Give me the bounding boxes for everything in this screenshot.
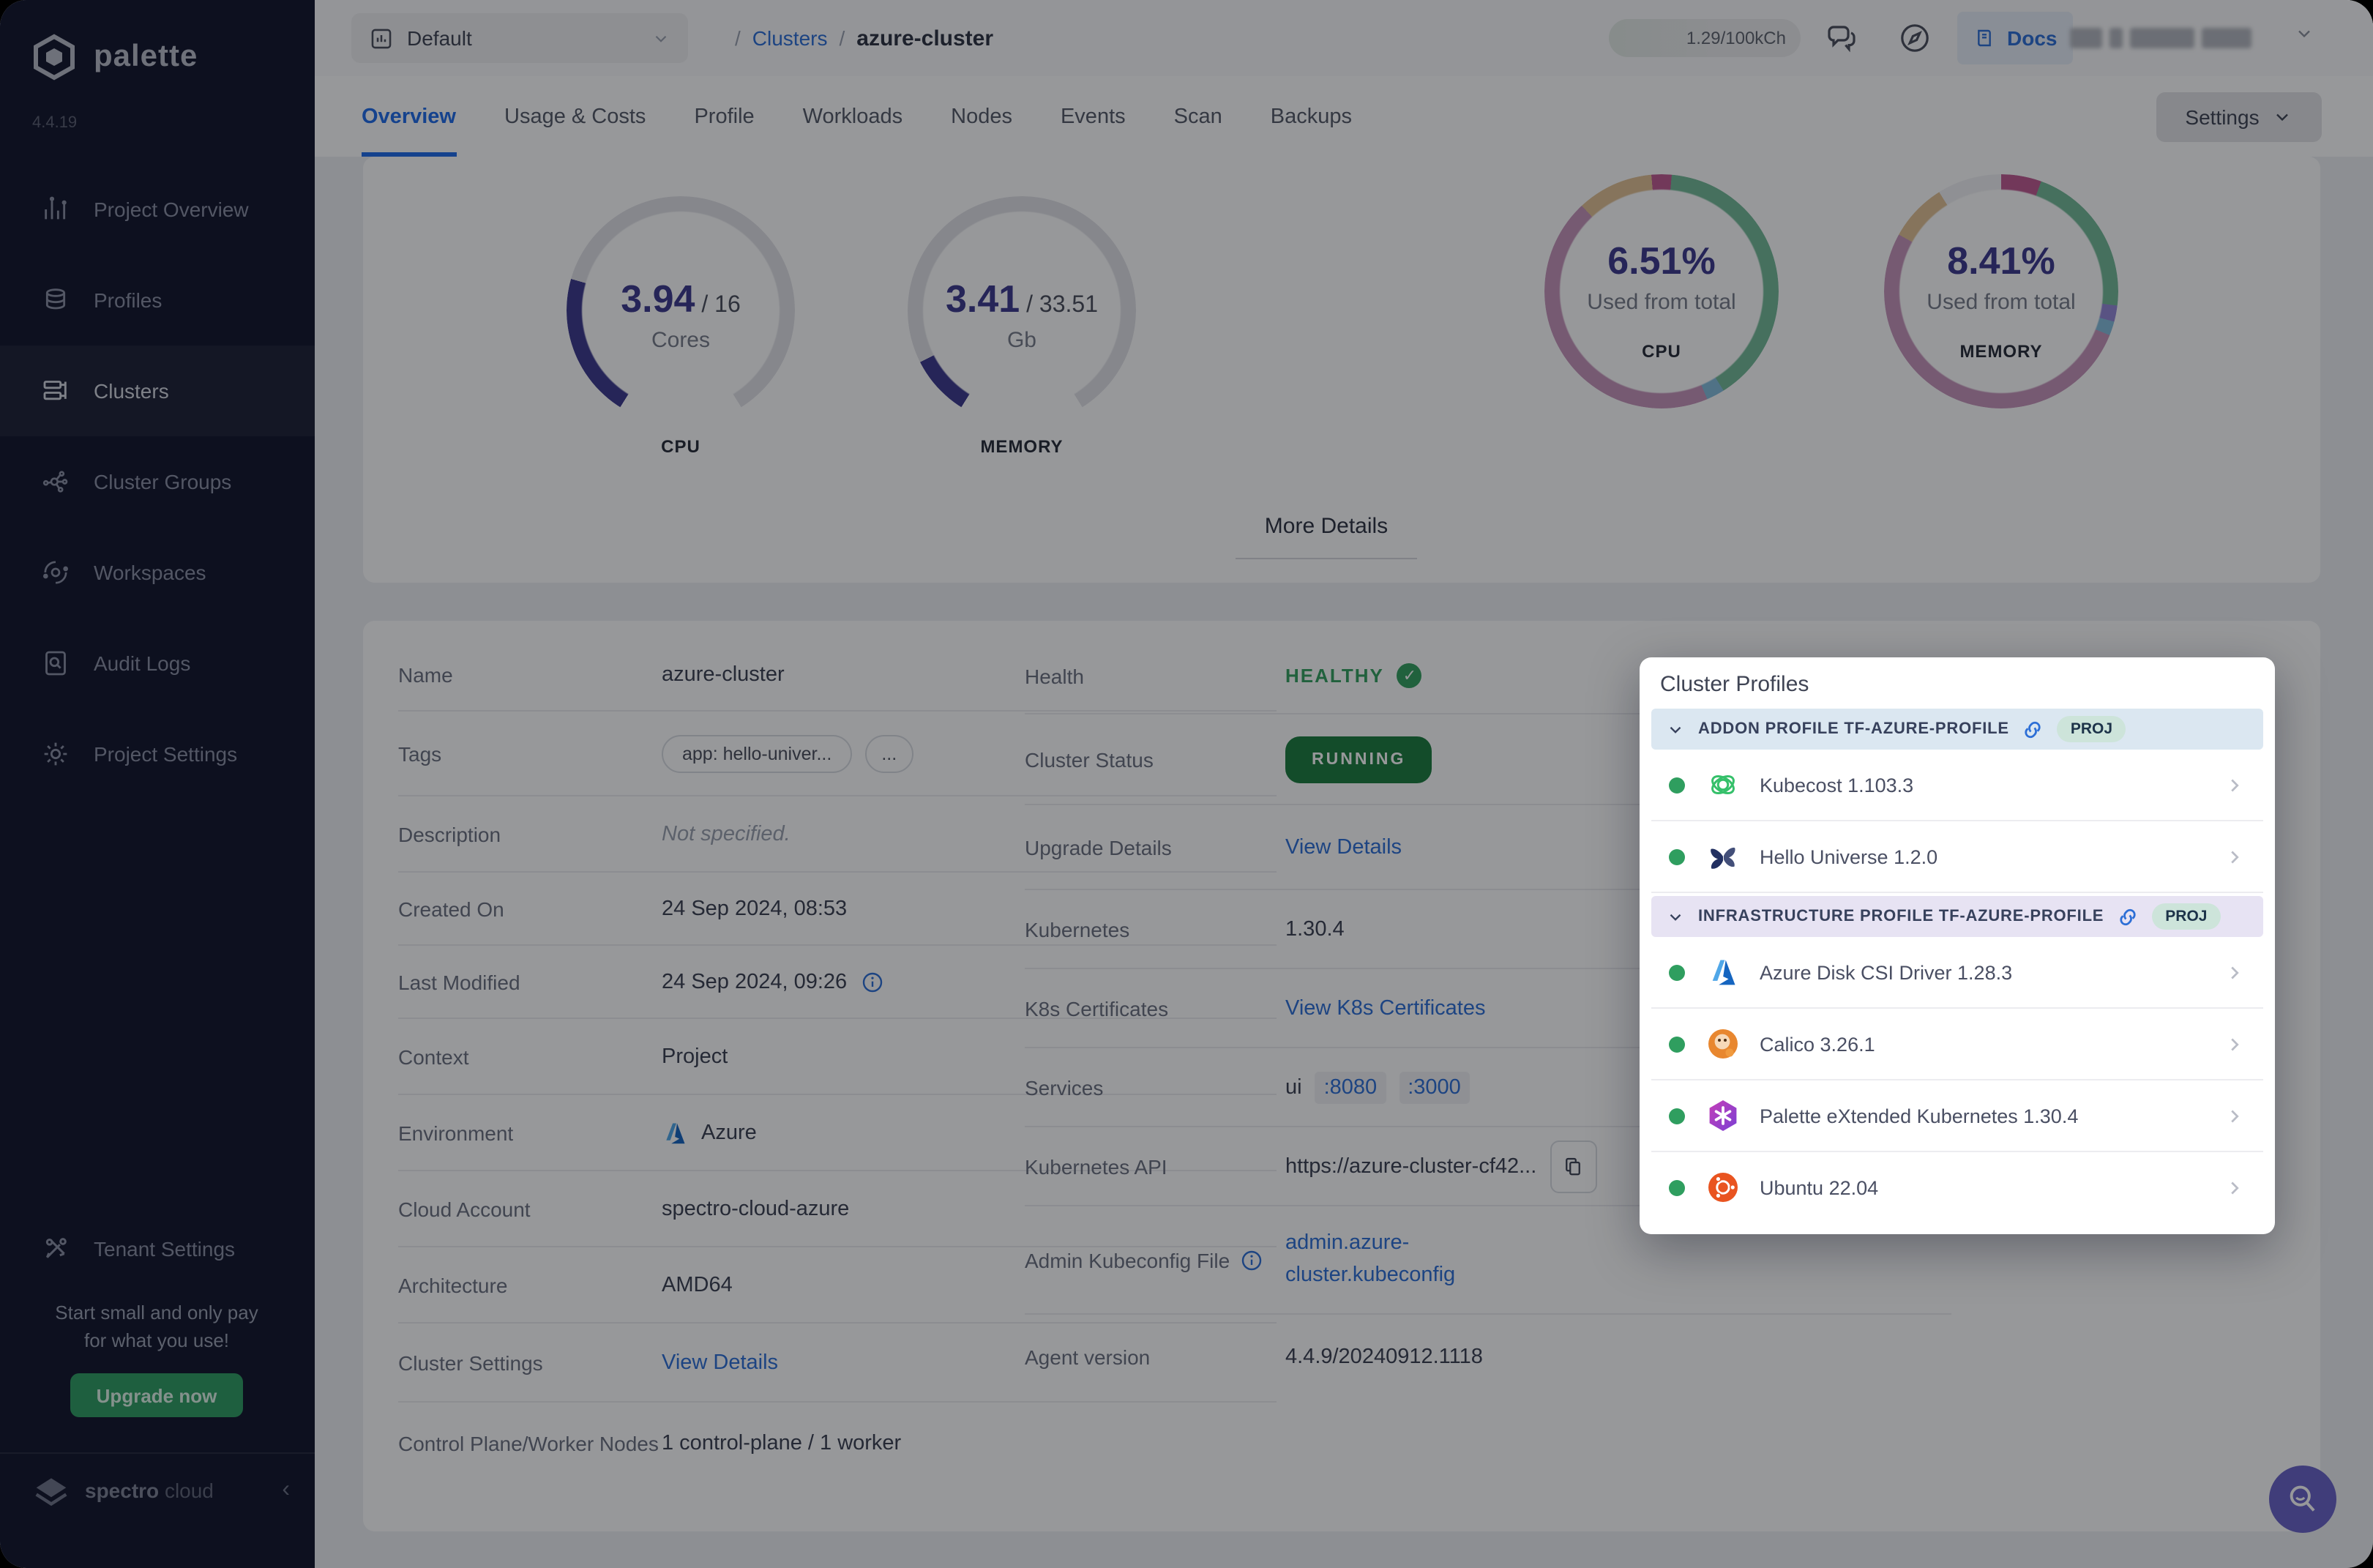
status-dot: [1669, 1036, 1685, 1052]
section-header-label: ADDON PROFILE TF-AZURE-PROFILE: [1698, 720, 2009, 738]
azure-icon: [1704, 954, 1741, 990]
app-window: palette 4.4.19 Project Overview Profiles…: [0, 0, 2373, 1568]
section-header-label: INFRASTRUCTURE PROFILE TF-AZURE-PROFILE: [1698, 908, 2104, 925]
chevron-down-icon: [1670, 725, 1681, 733]
cluster-profiles-title: Cluster Profiles: [1660, 672, 1809, 697]
chevron-right-icon: [2224, 845, 2246, 867]
scope-badge: PROJ: [2152, 903, 2221, 930]
link-icon: [2025, 720, 2041, 738]
profile-item-label: Calico 3.26.1: [1760, 1033, 1875, 1055]
hello-universe-icon: [1704, 838, 1741, 875]
link-icon: [2120, 908, 2136, 925]
status-dot: [1669, 1179, 1685, 1195]
profile-item-calico[interactable]: Calico 3.26.1: [1651, 1009, 2263, 1080]
ubuntu-icon: [1704, 1169, 1741, 1206]
profile-item-azure-disk-csi[interactable]: Azure Disk CSI Driver 1.28.3: [1651, 937, 2263, 1009]
profile-item-kubecost[interactable]: Kubecost 1.103.3: [1651, 750, 2263, 821]
chevron-right-icon: [2224, 1033, 2246, 1055]
profile-item-label: Azure Disk CSI Driver 1.28.3: [1760, 961, 2013, 983]
scope-badge: PROJ: [2057, 716, 2126, 742]
profile-item-label: Palette eXtended Kubernetes 1.30.4: [1760, 1105, 2079, 1127]
profile-item-hello-universe[interactable]: Hello Universe 1.2.0: [1651, 821, 2263, 893]
profile-item-palette-extended-kubernetes[interactable]: Palette eXtended Kubernetes 1.30.4: [1651, 1080, 2263, 1152]
infrastructure-profile-section-header[interactable]: INFRASTRUCTURE PROFILE TF-AZURE-PROFILE …: [1651, 896, 2263, 937]
status-dot: [1669, 777, 1685, 793]
chevron-right-icon: [2224, 1105, 2246, 1127]
status-dot: [1669, 848, 1685, 865]
status-dot: [1669, 964, 1685, 980]
profile-item-ubuntu[interactable]: Ubuntu 22.04: [1651, 1152, 2263, 1222]
profile-item-label: Ubuntu 22.04: [1760, 1176, 1879, 1198]
addon-profile-section-header[interactable]: ADDON PROFILE TF-AZURE-PROFILE PROJ: [1651, 709, 2263, 750]
chevron-right-icon: [2224, 961, 2246, 983]
profile-item-label: Hello Universe 1.2.0: [1760, 845, 1938, 867]
chevron-right-icon: [2224, 774, 2246, 796]
pxk-icon: [1704, 1097, 1741, 1134]
kubecost-icon: [1704, 766, 1741, 803]
chevron-down-icon: [1670, 913, 1681, 920]
chevron-right-icon: [2224, 1176, 2246, 1198]
calico-icon: [1704, 1026, 1741, 1062]
cluster-profiles-panel: Cluster Profiles ADDON PROFILE TF-AZURE-…: [1640, 657, 2275, 1234]
profile-item-label: Kubecost 1.103.3: [1760, 774, 1914, 796]
status-dot: [1669, 1108, 1685, 1124]
